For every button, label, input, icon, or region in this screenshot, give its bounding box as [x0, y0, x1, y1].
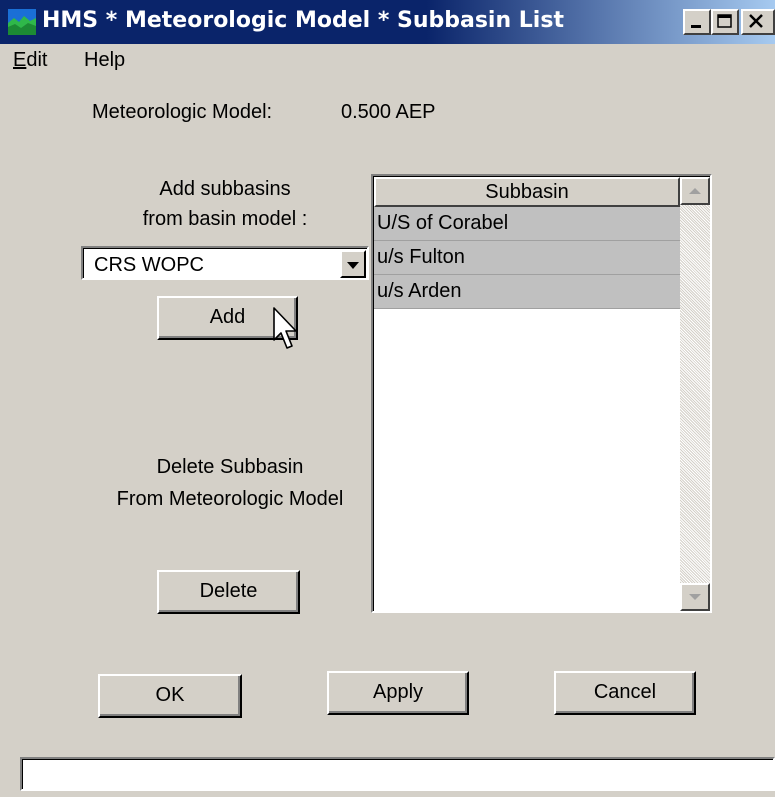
- title-bar[interactable]: HMS * Meteorologic Model * Subbasin List: [0, 0, 775, 44]
- mouse-cursor-icon: [273, 307, 297, 349]
- basin-model-dropdown-frame: CRS WOPC: [83, 248, 367, 278]
- close-icon: [749, 14, 763, 28]
- ok-button[interactable]: OK: [98, 674, 242, 718]
- delete-subbasin-label-line2: From Meteorologic Model: [116, 488, 344, 510]
- list-item[interactable]: u/s Arden: [374, 275, 680, 309]
- subbasin-list[interactable]: Subbasin U/S of Corabel u/s Fulton u/s A…: [371, 174, 712, 613]
- model-label: Meteorologic Model:: [92, 101, 273, 123]
- scroll-up-button[interactable]: [680, 177, 710, 205]
- list-item[interactable]: U/S of Corabel: [374, 207, 680, 241]
- basin-model-dropdown[interactable]: CRS WOPC: [81, 246, 369, 280]
- delete-button-label: Delete: [199, 580, 258, 602]
- apply-button[interactable]: Apply: [327, 671, 469, 715]
- dropdown-arrow-button[interactable]: [340, 250, 366, 278]
- subbasin-list-window: HMS * Meteorologic Model * Subbasin List…: [0, 0, 775, 797]
- subbasin-list-frame: Subbasin U/S of Corabel u/s Fulton u/s A…: [373, 176, 710, 611]
- menu-edit[interactable]: Edit: [13, 49, 47, 72]
- minimize-button[interactable]: [683, 9, 711, 35]
- scroll-down-button[interactable]: [680, 583, 710, 611]
- window-title: HMS * Meteorologic Model * Subbasin List: [42, 8, 564, 33]
- apply-button-label: Apply: [372, 681, 424, 703]
- maximize-button[interactable]: [711, 9, 739, 35]
- menu-edit-label: dit: [26, 49, 48, 71]
- ok-button-label: OK: [155, 684, 185, 706]
- basin-model-value: CRS WOPC: [94, 254, 204, 276]
- vertical-scrollbar[interactable]: [680, 177, 710, 611]
- cancel-button[interactable]: Cancel: [554, 671, 696, 715]
- menu-edit-access-key: E: [13, 49, 27, 71]
- status-bar: [20, 757, 775, 791]
- menu-bar: Edit Help: [0, 46, 775, 76]
- maximize-icon: [717, 14, 732, 28]
- subbasin-column-header[interactable]: Subbasin: [374, 177, 680, 207]
- list-item[interactable]: u/s Fulton: [374, 241, 680, 275]
- cancel-button-label: Cancel: [593, 681, 657, 703]
- status-text: [22, 759, 773, 789]
- add-subbasins-label-line1: Add subbasins: [159, 178, 291, 200]
- chevron-down-icon: [689, 594, 701, 600]
- close-button[interactable]: [741, 9, 775, 35]
- delete-button[interactable]: Delete: [157, 570, 300, 614]
- model-value: 0.500 AEP: [341, 101, 436, 123]
- delete-subbasin-label-line1: Delete Subbasin: [156, 456, 304, 478]
- menu-help[interactable]: Help: [84, 49, 125, 72]
- chevron-down-icon: [347, 262, 359, 269]
- minimize-icon: [691, 25, 701, 28]
- hms-app-icon: [8, 9, 36, 35]
- add-subbasins-label-line2: from basin model :: [142, 208, 308, 230]
- chevron-up-icon: [689, 188, 701, 194]
